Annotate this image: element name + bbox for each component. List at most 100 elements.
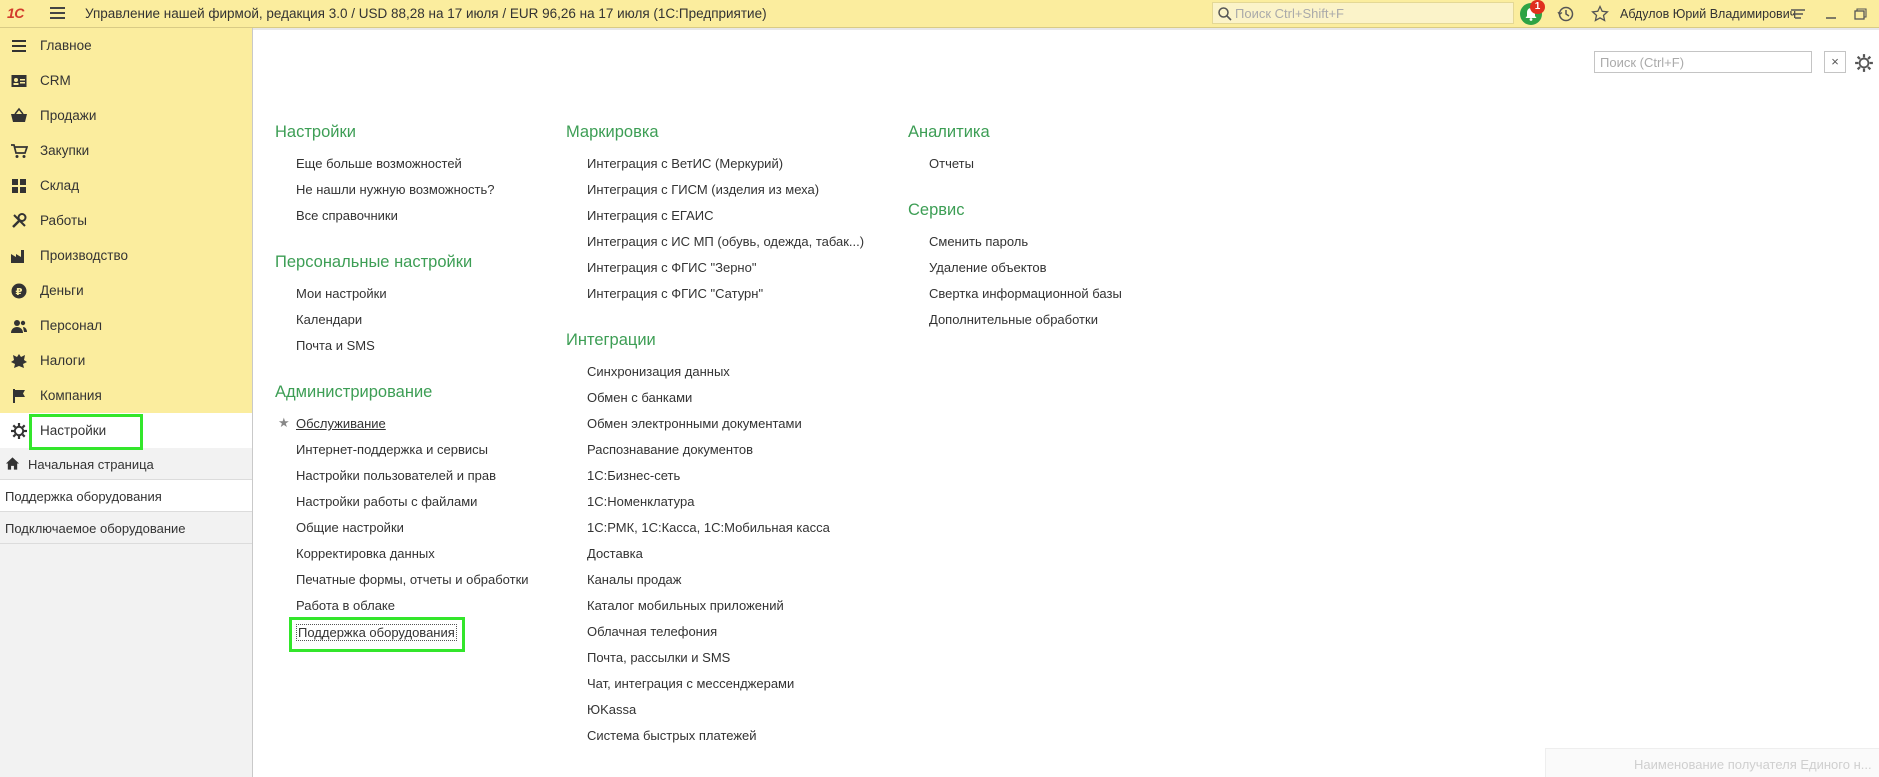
user-name[interactable]: Абдулов Юрий Владимирович (1620, 7, 1796, 21)
open-page-label: Начальная страница (28, 457, 154, 472)
link-missing-feature[interactable]: Не нашли нужную возможность? (296, 182, 494, 197)
open-page-label: Подключаемое оборудование (5, 521, 186, 536)
link-internet-support[interactable]: Интернет-поддержка и сервисы (296, 442, 488, 457)
clear-search-button[interactable]: × (1824, 51, 1846, 73)
people-icon (11, 320, 27, 333)
link-yookassa[interactable]: ЮKassa (587, 702, 636, 717)
link-print-forms[interactable]: Печатные формы, отчеты и обработки (296, 572, 529, 587)
section-label: Персонал (40, 318, 102, 333)
group-title-marking: Маркировка (566, 123, 659, 141)
tools-icon (12, 213, 27, 228)
global-search-box[interactable] (1212, 2, 1514, 24)
main-menu-button[interactable] (50, 7, 65, 19)
section-settings[interactable]: Настройки (0, 413, 252, 448)
menu-lines-icon (12, 40, 26, 52)
link-user-rights[interactable]: Настройки пользователей и прав (296, 468, 496, 483)
link-more-features[interactable]: Еще больше возможностей (296, 156, 462, 171)
link-equipment-support[interactable]: Поддержка оборудования (296, 624, 457, 641)
factory-icon (11, 250, 24, 263)
section-main[interactable]: Главное (0, 28, 252, 63)
link-mail-campaigns[interactable]: Почта, рассылки и SMS (587, 650, 730, 665)
section-company[interactable]: Компания (0, 378, 252, 413)
section-label: Закупки (40, 143, 90, 158)
contact-card-icon (11, 75, 27, 87)
link-fgis-saturn[interactable]: Интеграция с ФГИС "Сатурн" (587, 286, 763, 301)
cart-icon (11, 144, 28, 158)
section-panel: Главное CRM Продажи Закупки Склад Работы… (0, 28, 252, 448)
section-label: Продажи (40, 108, 97, 123)
search-icon (1218, 7, 1232, 21)
panel-search-input[interactable] (1600, 54, 1800, 70)
link-sales-channels[interactable]: Каналы продаж (587, 572, 681, 587)
history-icon[interactable] (1556, 4, 1576, 24)
section-works[interactable]: Работы (0, 203, 252, 238)
link-nomenclature[interactable]: 1С:Номенклатура (587, 494, 694, 509)
warehouse-grid-icon (12, 179, 26, 193)
link-mail-sms[interactable]: Почта и SMS (296, 338, 375, 353)
group-title-integrations: Интеграции (566, 331, 656, 349)
section-money[interactable]: ₽ Деньги (0, 273, 252, 308)
link-change-password[interactable]: Сменить пароль (929, 234, 1028, 249)
bottom-notification-hint[interactable]: Наименование получателя Единого н... (1545, 748, 1879, 777)
link-egais[interactable]: Интеграция с ЕГАИС (587, 208, 713, 223)
section-label: Работы (40, 213, 87, 228)
coin-icon: ₽ (11, 283, 27, 299)
link-data-sync[interactable]: Синхронизация данных (587, 364, 730, 379)
section-production[interactable]: Производство (0, 238, 252, 273)
group-title-administration: Администрирование (275, 383, 433, 401)
link-cloud-telephony[interactable]: Облачная телефония (587, 624, 717, 639)
section-personnel[interactable]: Персонал (0, 308, 252, 343)
link-maintenance[interactable]: Обслуживание (296, 416, 386, 431)
link-bank-exchange[interactable]: Обмен с банками (587, 390, 692, 405)
link-reports[interactable]: Отчеты (929, 156, 974, 171)
sidebar: Главное CRM Продажи Закупки Склад Работы… (0, 28, 253, 777)
link-additional-processing[interactable]: Дополнительные обработки (929, 312, 1098, 327)
link-messenger-chat[interactable]: Чат, интеграция с мессенджерами (587, 676, 794, 691)
link-vetis[interactable]: Интеграция с ВетИС (Меркурий) (587, 156, 783, 171)
link-business-network[interactable]: 1С:Бизнес-сеть (587, 468, 680, 483)
section-crm[interactable]: CRM (0, 63, 252, 98)
section-warehouse[interactable]: Склад (0, 168, 252, 203)
functions-menu-icon[interactable] (1788, 4, 1808, 24)
link-edi-exchange[interactable]: Обмен электронными документами (587, 416, 802, 431)
section-label: CRM (40, 73, 71, 88)
link-delete-objects[interactable]: Удаление объектов (929, 260, 1047, 275)
link-cloud-work[interactable]: Работа в облаке (296, 598, 395, 613)
section-purchases[interactable]: Закупки (0, 133, 252, 168)
global-search-input[interactable] (1235, 5, 1505, 21)
link-doc-recognition[interactable]: Распознавание документов (587, 442, 753, 457)
group-title-personal-settings: Персональные настройки (275, 253, 473, 271)
link-pos-apps[interactable]: 1С:РМК, 1С:Касса, 1С:Мобильная касса (587, 520, 830, 535)
link-my-settings[interactable]: Мои настройки (296, 286, 387, 301)
open-page-home[interactable]: Начальная страница (0, 448, 252, 480)
link-calendars[interactable]: Календари (296, 312, 362, 327)
home-icon (5, 457, 20, 470)
svg-text:₽: ₽ (16, 287, 23, 298)
link-infobase-collapse[interactable]: Свертка информационной базы (929, 286, 1122, 301)
favorite-star-icon[interactable]: ★ (278, 415, 290, 431)
app-logo: 1С (7, 5, 24, 21)
emblem-icon (11, 354, 27, 368)
link-general-settings[interactable]: Общие настройки (296, 520, 404, 535)
link-fast-payments[interactable]: Система быстрых платежей (587, 728, 757, 743)
minimize-icon[interactable] (1821, 4, 1841, 24)
link-mobile-apps-catalog[interactable]: Каталог мобильных приложений (587, 598, 784, 613)
link-fgis-zerno[interactable]: Интеграция с ФГИС "Зерно" (587, 260, 756, 275)
section-taxes[interactable]: Налоги (0, 343, 252, 378)
link-all-catalogs[interactable]: Все справочники (296, 208, 398, 223)
open-page-connected-equipment[interactable]: Подключаемое оборудование (0, 512, 252, 544)
panel-search-box[interactable] (1594, 51, 1812, 73)
link-data-correction[interactable]: Корректировка данных (296, 546, 435, 561)
link-file-settings[interactable]: Настройки работы с файлами (296, 494, 477, 509)
link-is-mp[interactable]: Интеграция с ИС МП (обувь, одежда, табак… (587, 234, 864, 249)
group-title-analytics: Аналитика (908, 123, 990, 141)
panel-settings-icon[interactable] (1854, 53, 1874, 73)
section-sales[interactable]: Продажи (0, 98, 252, 133)
open-page-equipment-support[interactable]: Поддержка оборудования (0, 480, 252, 512)
open-page-label: Поддержка оборудования (5, 489, 162, 504)
favorites-star-icon[interactable] (1590, 4, 1610, 24)
maximize-icon[interactable] (1850, 4, 1870, 24)
link-delivery[interactable]: Доставка (587, 546, 643, 561)
app-title: Управление нашей фирмой, редакция 3.0 / … (85, 6, 767, 21)
link-gism[interactable]: Интеграция с ГИСМ (изделия из меха) (587, 182, 819, 197)
